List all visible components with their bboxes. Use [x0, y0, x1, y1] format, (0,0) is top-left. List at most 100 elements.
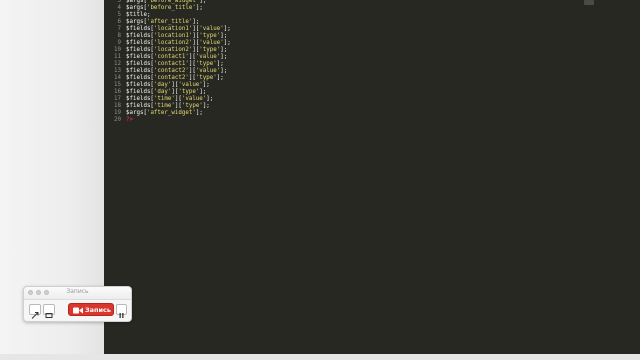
- code-token: $args[: [126, 5, 147, 11]
- code-token: ];: [206, 96, 214, 102]
- code-token: ][: [188, 68, 196, 74]
- code-token: ];: [195, 5, 203, 11]
- code-token: $fields[: [126, 26, 154, 32]
- code-token: $fields[: [126, 33, 154, 39]
- code-token: 'before_widget': [146, 0, 200, 4]
- code-token: $args[: [126, 19, 147, 25]
- code-token: ];: [216, 75, 224, 81]
- code-token: 'type': [181, 103, 203, 109]
- code-line: 18 $fields['time']['type'];: [104, 103, 640, 110]
- code-token: 'after_title': [146, 19, 193, 25]
- code-token: 'value': [199, 26, 224, 32]
- line-number: 4: [117, 5, 122, 11]
- code-text: $args['after_title'];: [126, 19, 199, 26]
- code-token: 'type': [199, 47, 221, 53]
- code-token: ];: [223, 26, 231, 32]
- code-token: 'contact1': [153, 61, 189, 67]
- pause-icon: [119, 313, 124, 318]
- code-line: 20 ?>: [104, 117, 640, 124]
- code-text: $fields['location2']['value'];: [126, 40, 231, 47]
- code-token: $fields[: [126, 82, 154, 88]
- code-token: ][: [174, 103, 182, 109]
- code-token: 'contact1': [153, 54, 189, 60]
- code-token: 'location1': [153, 33, 193, 39]
- code-token: $fields[: [126, 75, 154, 81]
- recording-widget: Запись Запись: [23, 286, 132, 322]
- video-camera-icon: [73, 307, 83, 313]
- code-line: 6 $args['after_title'];: [104, 19, 640, 26]
- line-number: 15: [114, 82, 121, 88]
- code-token: 'day': [153, 89, 172, 95]
- code-line: 19 $args['after_widget'];: [104, 110, 640, 117]
- code-token: ][: [174, 96, 182, 102]
- code-line: 5 $title;: [104, 12, 640, 19]
- record-button-label: Запись: [85, 306, 112, 314]
- code-token: ];: [220, 33, 228, 39]
- pause-button[interactable]: [116, 304, 127, 318]
- code-token: 'time': [153, 103, 175, 109]
- code-line: 14 $fields['contact2']['type'];: [104, 75, 640, 82]
- code-token: 'value': [195, 54, 221, 60]
- code-line: 8 $fields['location1']['type'];: [104, 33, 640, 40]
- code-text: $fields['contact2']['type'];: [126, 75, 224, 82]
- line-number: 16: [114, 89, 121, 95]
- code-token: 'after_widget': [146, 110, 196, 116]
- line-number: 19: [114, 110, 121, 116]
- code-token: $fields[: [126, 68, 154, 74]
- code-editor[interactable]: 3 $args['before_widget']; 4 $args['before_t…: [104, 0, 640, 354]
- code-line: 11 $fields['contact1']['value'];: [104, 54, 640, 61]
- code-line: 10 $fields['location2']['type'];: [104, 47, 640, 54]
- code-text: $fields['contact2']['value'];: [126, 68, 227, 75]
- code-token: $args[: [126, 110, 147, 116]
- code-token: 'location2': [153, 47, 193, 53]
- recording-widget-titlebar[interactable]: Запись: [24, 287, 131, 300]
- code-token: $title;: [126, 12, 151, 18]
- arrow-tool-button[interactable]: [29, 304, 41, 319]
- rectangle-tool-icon: [45, 313, 53, 318]
- code-line: 7 $fields['location1']['value'];: [104, 26, 640, 33]
- code-token: $fields[: [126, 47, 154, 53]
- code-text: ?>: [126, 117, 133, 124]
- rectangle-tool-button[interactable]: [43, 304, 55, 318]
- code-token: ];: [220, 54, 228, 60]
- code-token: $fields[: [126, 61, 154, 67]
- line-number: 7: [117, 26, 122, 32]
- line-number: 18: [114, 103, 121, 109]
- code-token: $fields[: [126, 103, 154, 109]
- code-token: 'time': [153, 96, 175, 102]
- code-text: $fields['day']['value'];: [126, 82, 210, 89]
- code-token: ];: [202, 103, 210, 109]
- code-token: 'location1': [153, 26, 193, 32]
- line-number: 9: [117, 40, 122, 46]
- code-token: ][: [188, 61, 196, 67]
- code-text: $fields['location1']['type'];: [126, 33, 227, 40]
- arrow-tool-icon: [31, 312, 39, 319]
- code-token: ];: [216, 61, 224, 67]
- code-token: ?>: [126, 117, 133, 123]
- code-token: ];: [220, 68, 228, 74]
- code-token: 'value': [181, 96, 207, 102]
- code-line: 9 $fields['location2']['value'];: [104, 40, 640, 47]
- desktop-bottom-strip: [0, 354, 640, 360]
- line-number: 8: [117, 33, 122, 39]
- line-number: 11: [114, 54, 121, 60]
- code-token: $fields[: [126, 40, 154, 46]
- line-number: 12: [114, 61, 121, 67]
- code-token: ];: [202, 82, 210, 88]
- line-number: 13: [114, 68, 121, 74]
- code-token: ];: [195, 110, 203, 116]
- code-text: $args['after_widget'];: [126, 110, 203, 117]
- code-token: $fields[: [126, 54, 154, 60]
- code-text: $fields['location2']['type'];: [126, 47, 227, 54]
- code-line: 12 $fields['contact1']['type'];: [104, 61, 640, 68]
- code-token: 'contact2': [153, 68, 189, 74]
- code-text: $fields['contact1']['type'];: [126, 61, 224, 68]
- code-token: 'day': [153, 82, 172, 88]
- record-button[interactable]: Запись: [68, 303, 114, 316]
- code-token: 'type': [195, 61, 217, 67]
- code-token: 'value': [195, 68, 221, 74]
- code-line: 17 $fields['time']['value'];: [104, 96, 640, 103]
- code-token: ];: [220, 47, 228, 53]
- code-token: 'before_title': [146, 5, 196, 11]
- code-lines: 3 $args['before_widget']; 4 $args['before_t…: [104, 0, 640, 124]
